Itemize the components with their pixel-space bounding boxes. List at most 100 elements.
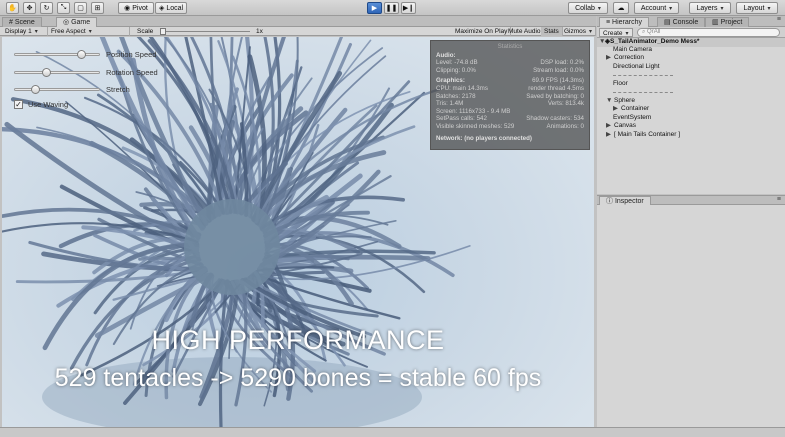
local-label: Local [166,4,184,12]
scale-tool-button[interactable]: ⤡ [57,2,70,14]
rotation-speed-slider[interactable]: Rotation Speed [14,67,158,77]
hand-tool-button[interactable]: ✋ [6,2,19,14]
stretch-knob[interactable] [30,84,40,94]
inspector-tabbar: ⓘ Inspector ≡ [597,195,785,205]
expand-caret-icon[interactable]: ▶ [613,105,621,114]
info-icon: ⓘ [606,198,613,205]
view-tabbar: # Scene ◎ Game [0,16,596,27]
step-button[interactable]: ▶❙ [401,2,416,14]
stats-row: Clipping: 0.0% Stream load: 0.0% [436,67,584,75]
mute-audio-toggle[interactable]: Mute Audio [505,27,545,36]
stat-value: CPU: main 14.3ms [436,84,488,92]
scale-slider-track[interactable] [160,31,250,32]
scale-icon: ⤡ [60,4,67,11]
pivot-label: Pivot [132,4,148,12]
stats-row: Screen: 1116x733 - 9.4 MB [436,108,584,116]
tab-console[interactable]: ▤ Console [657,17,706,27]
play-button[interactable]: ▶ [367,2,382,14]
layers-label: Layers [696,4,718,12]
tab-game[interactable]: ◎ Game [56,17,98,27]
fps-value: 69.9 FPS (14.3ms) [532,77,584,85]
layers-dropdown[interactable]: Layers [689,2,731,14]
panel-menu-icon[interactable]: ≡ [777,16,781,23]
aspect-dropdown[interactable]: Free Aspect [48,27,130,36]
create-label: Create [603,30,623,37]
tree-item-sphere[interactable]: ▼ Sphere [597,97,785,106]
stat-value: Saved by batching: 0 [526,92,584,100]
tab-game-label: Game [71,19,91,26]
tab-hierarchy-label: Hierarchy [612,19,642,26]
hierarchy-icon: ≡ [606,19,611,26]
stats-toggle[interactable]: Stats [541,27,563,36]
move-tool-button[interactable]: ✥ [23,2,36,14]
rotate-tool-button[interactable]: ↻ [40,2,53,14]
stat-value: Visible skinned meshes: 529 [436,122,515,130]
tab-project[interactable]: ▥ Project [705,17,750,27]
tree-item-floor[interactable]: Floor [597,80,785,89]
tab-project-label: Project [720,19,743,26]
stat-value: render thread 4.5ms [528,84,584,92]
display-dropdown[interactable]: Display 1 [2,27,48,36]
play-icon: ▶ [371,5,378,12]
use-waving-toggle[interactable]: ✓ Use Waving [14,99,68,109]
tab-hierarchy[interactable]: ≡ Hierarchy [599,17,649,27]
scene-icon: # [9,19,13,26]
position-speed-track[interactable] [14,49,100,59]
position-speed-knob[interactable] [77,49,87,59]
tree-item-directional-light[interactable]: Directional Light [597,63,785,72]
tree-item-container[interactable]: ▶ Container [597,105,785,114]
hierarchy-toolbar: Create ⌕ QrAll [597,27,785,38]
rect-icon: ▢ [77,5,84,12]
tree-item-label: Container [621,105,650,112]
project-icon: ▥ [712,19,719,26]
stat-value: Clipping: 0.0% [436,66,476,74]
panel-menu-icon[interactable]: ≡ [777,196,781,203]
stat-value: Stream load: 0.0% [533,66,584,74]
expand-caret-icon[interactable]: ▼ [606,97,614,106]
scale-slider-knob[interactable] [160,28,166,35]
stats-row: Batches: 2178 Saved by batching: 0 [436,93,584,101]
console-icon: ▤ [664,19,671,26]
maximize-on-play-toggle[interactable]: Maximize On Play [452,27,512,36]
scale-value: 1x [256,28,263,35]
search-icon: ⌕ [642,29,646,35]
account-dropdown[interactable]: Account [634,2,679,14]
expand-caret-icon[interactable]: ▶ [606,131,614,140]
pivot-toggle[interactable]: ◉ Pivot [118,2,154,14]
display-label: Display 1 [5,28,32,35]
collab-dropdown[interactable]: Collab [568,2,608,14]
stat-value: Animations: 0 [546,122,585,130]
use-waving-checkbox[interactable]: ✓ [14,99,23,109]
tree-item-canvas[interactable]: ▶ Canvas [597,122,785,131]
stretch-slider[interactable]: Stretch [14,84,130,94]
maximize-label: Maximize On Play [455,28,508,35]
tab-scene[interactable]: # Scene [2,17,42,27]
hierarchy-search-input[interactable]: ⌕ QrAll [637,28,780,37]
tree-item-eventsystem[interactable]: EventSystem [597,114,785,123]
transform-tool-button[interactable]: ⊞ [91,2,104,14]
tree-item-main-tails-container[interactable]: ▶[ Main Tails Container ] [597,131,785,140]
tab-inspector[interactable]: ⓘ Inspector [599,196,651,205]
tree-item-correction[interactable]: ▶ Correction [597,54,785,63]
position-speed-slider[interactable]: Position Speed [14,49,156,59]
expand-caret-icon[interactable]: ▶ [606,122,614,131]
stat-value: Batches: 2178 [436,92,476,100]
status-bar [0,427,785,437]
stat-value: Screen: 1116x733 - 9.4 MB [436,107,511,115]
cloud-button[interactable]: ☁ [613,2,629,14]
local-toggle[interactable]: ◈ Local [155,2,187,14]
separator [613,92,673,93]
rotation-speed-track[interactable] [14,67,100,77]
tree-item-main-camera[interactable]: Main Camera [597,46,785,55]
expand-caret-icon[interactable]: ▶ [606,54,614,63]
layout-dropdown[interactable]: Layout [736,2,778,14]
rotation-speed-knob[interactable] [42,67,52,77]
pause-button[interactable]: ❚❚ [384,2,399,14]
stat-value: Level: -74.8 dB [436,59,478,67]
stretch-track[interactable] [14,84,100,94]
gizmos-dropdown[interactable]: Gizmos [561,27,597,36]
stats-row: CPU: main 14.3ms render thread 4.5ms [436,85,584,93]
rect-tool-button[interactable]: ▢ [74,2,87,14]
create-dropdown[interactable]: Create [599,28,633,37]
game-viewport[interactable]: Position Speed Rotation Speed Stretch ✓ … [2,37,594,427]
